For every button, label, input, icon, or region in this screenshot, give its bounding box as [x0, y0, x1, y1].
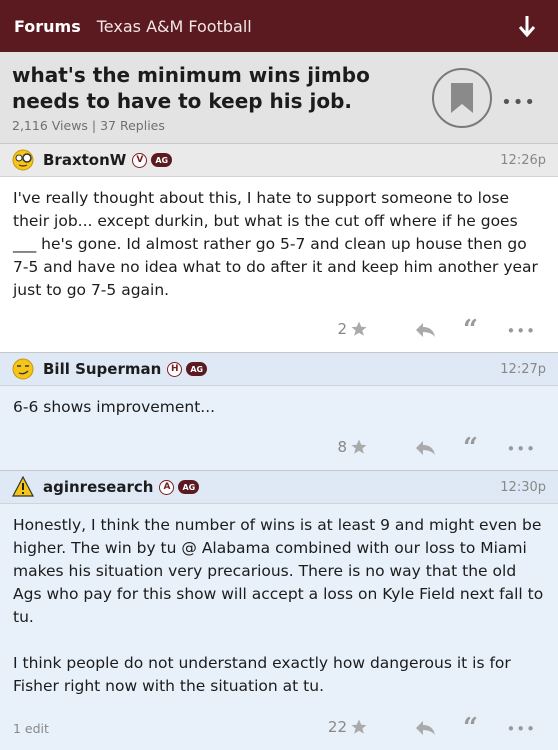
warning-icon — [12, 476, 34, 497]
star-icon — [351, 439, 367, 454]
post-header: Bill Superman H AG 12:27p — [0, 353, 558, 386]
smirk-face-icon — [12, 358, 34, 380]
board-name-link[interactable]: Texas A&M Football — [97, 17, 252, 36]
post-footer: 2 “ ••• — [0, 310, 558, 352]
reply-icon[interactable] — [414, 439, 436, 457]
like-button[interactable]: 22 — [328, 718, 368, 736]
username[interactable]: Bill Superman — [43, 360, 161, 378]
post-header: BraxtonW V AG 12:26p — [0, 144, 558, 177]
user-badge: H — [167, 361, 183, 377]
post-body: 6-6 shows improvement... — [0, 386, 558, 419]
star-icon — [351, 719, 367, 734]
reply-icon[interactable] — [414, 719, 436, 737]
quote-icon[interactable]: “ — [463, 715, 478, 741]
star-icon — [351, 321, 367, 336]
post-body: I've really thought about this, I hate t… — [0, 177, 558, 302]
post-timestamp: 12:27p — [500, 361, 546, 377]
post-more-icon[interactable]: ••• — [506, 440, 536, 458]
post-item: BraxtonW V AG 12:26p I've really thought… — [0, 144, 558, 353]
user-badge: A — [159, 479, 175, 495]
post-body: Honestly, I think the number of wins is … — [0, 504, 558, 698]
top-nav-bar: Forums Texas A&M Football — [0, 0, 558, 52]
bookmark-button[interactable] — [432, 68, 492, 128]
forums-link[interactable]: Forums — [14, 17, 81, 36]
ag-badge: AG — [151, 153, 173, 167]
post-footer: 8 “ ••• — [0, 428, 558, 470]
thread-title: what's the minimum wins jimbo needs to h… — [12, 63, 370, 113]
reply-icon[interactable] — [414, 321, 436, 339]
ag-badge: AG — [186, 362, 208, 376]
user-badge: V — [132, 152, 148, 168]
thread-header: what's the minimum wins jimbo needs to h… — [0, 52, 558, 144]
like-count: 2 — [337, 320, 347, 338]
username[interactable]: BraxtonW — [43, 151, 126, 169]
post-footer: 1 edit 22 “ ••• — [0, 708, 558, 750]
bookmark-icon — [451, 83, 473, 113]
username[interactable]: aginresearch — [43, 478, 153, 496]
post-header: aginresearch A AG 12:30p — [0, 471, 558, 504]
edit-note[interactable]: 1 edit — [13, 721, 49, 736]
post-paragraph: I think people do not understand exactly… — [13, 654, 511, 695]
like-count: 22 — [327, 718, 347, 736]
post-timestamp: 12:30p — [500, 479, 546, 495]
quote-icon[interactable]: “ — [463, 317, 478, 343]
quote-icon[interactable]: “ — [463, 435, 478, 461]
monocle-face-icon — [12, 149, 34, 171]
like-button[interactable]: 2 — [337, 320, 368, 338]
post-timestamp: 12:26p — [500, 152, 546, 168]
post-paragraph: 6-6 shows improvement... — [13, 398, 216, 416]
post-paragraph: Honestly, I think the number of wins is … — [13, 516, 544, 626]
arrow-down-icon[interactable] — [518, 14, 536, 38]
ag-badge: AG — [178, 480, 200, 494]
post-more-icon[interactable]: ••• — [506, 720, 536, 738]
like-count: 8 — [337, 438, 347, 456]
like-button[interactable]: 8 — [337, 438, 368, 456]
post-item: aginresearch A AG 12:30p Honestly, I thi… — [0, 471, 558, 750]
post-paragraph: I've really thought about this, I hate t… — [13, 189, 538, 299]
thread-more-icon[interactable]: ••• — [501, 92, 536, 113]
post-item: Bill Superman H AG 12:27p 6-6 shows impr… — [0, 353, 558, 471]
post-more-icon[interactable]: ••• — [506, 322, 536, 340]
